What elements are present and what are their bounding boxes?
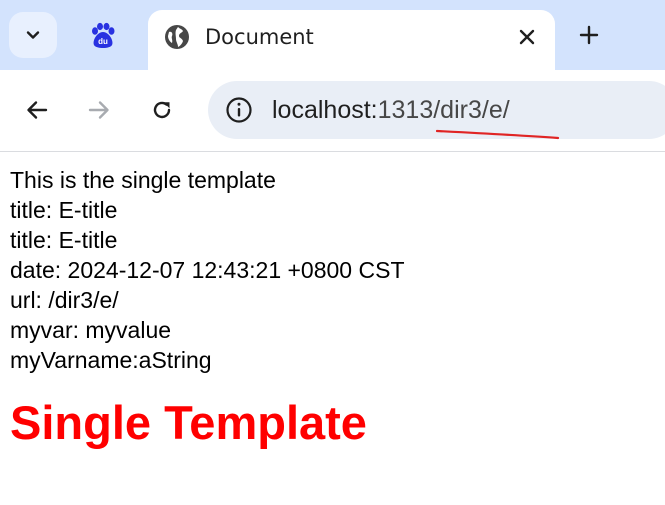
toolbar-divider (0, 151, 665, 152)
reload-icon (153, 101, 171, 119)
info-icon[interactable] (225, 96, 253, 124)
tab-strip: du Document (0, 0, 665, 72)
baidu-paw-icon: du (92, 22, 115, 48)
page-line: title: E-title (10, 227, 118, 253)
baidu-du-text: du (98, 37, 108, 46)
page-line: myvar: myvalue (10, 317, 172, 343)
tab-document[interactable]: Document (148, 10, 555, 72)
back-button[interactable] (19, 92, 55, 128)
url-path: 1313/dir3/e/ (377, 96, 510, 124)
chevron-down-icon (26, 31, 40, 39)
url-host: localhost: (272, 96, 378, 124)
plus-icon (579, 25, 599, 45)
tab-search-button[interactable] (9, 12, 57, 58)
url-text[interactable]: localhost:1313/dir3/e/ (272, 94, 510, 126)
reload-button[interactable] (144, 92, 180, 128)
toolbar: localhost:1313/dir3/e/ (0, 70, 665, 151)
page-line: date: 2024-12-07 12:43:21 +0800 CST (10, 257, 405, 283)
page-line: myVarname:aString (10, 347, 212, 373)
tab-title: Document (205, 25, 314, 49)
tab-baidu[interactable]: du (80, 14, 126, 58)
page-line: This is the single template (10, 167, 276, 193)
page-line: title: E-title (10, 197, 118, 223)
new-tab-button[interactable] (574, 20, 604, 50)
page-line: url: /dir3/e/ (10, 287, 119, 313)
close-tab-button[interactable] (513, 23, 541, 51)
globe-icon (165, 25, 189, 49)
forward-button[interactable] (81, 92, 117, 128)
close-icon (519, 29, 535, 45)
page-heading: Single Template (10, 396, 367, 449)
arrow-right-icon (88, 101, 109, 119)
page-content: This is the single template title: E-tit… (10, 165, 660, 451)
red-underline-annotation (436, 129, 560, 140)
arrow-left-icon (27, 101, 48, 119)
